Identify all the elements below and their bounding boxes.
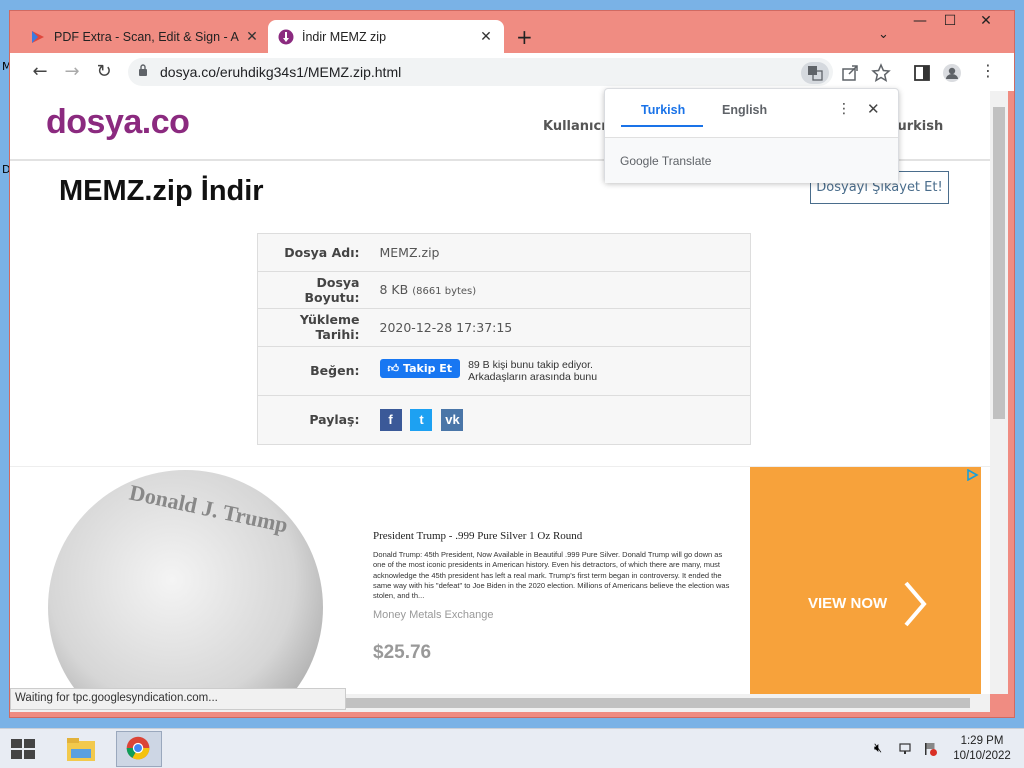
bookmark-star-icon[interactable] xyxy=(871,63,891,83)
facebook-follow-button[interactable]: 👍︎ Takip Et xyxy=(379,358,461,378)
windows-start-icon[interactable] xyxy=(8,737,38,761)
google-translate-brand: Google Translate xyxy=(620,154,712,168)
tab-search-button[interactable]: ⌄ xyxy=(878,27,889,42)
upload-date-label: Yükleme Tarihi: xyxy=(257,308,372,346)
share-icon[interactable] xyxy=(840,63,860,83)
volume-muted-icon[interactable]: 🔇︎ xyxy=(874,741,890,757)
follow-button-label: Takip Et xyxy=(403,361,453,375)
follow-text-line2: Arkadaşların arasında bunu xyxy=(468,370,598,383)
translate-tab-turkish[interactable]: Turkish xyxy=(641,103,685,117)
file-size-cell: 8 KB (8661 bytes) xyxy=(371,270,751,309)
nav-user-link[interactable]: Kullanıcı xyxy=(543,119,606,134)
facebook-icon[interactable]: f xyxy=(379,408,402,431)
taskbar: 🔇︎ 1:29 PM 10/10/2022 xyxy=(0,728,1024,768)
thumbs-up-icon: 👍︎ xyxy=(387,361,400,375)
scrollbar-thumb[interactable] xyxy=(993,107,1005,419)
network-icon[interactable] xyxy=(898,741,914,757)
tab-strip: PDF Extra - Scan, Edit & Sign - A ✕ İndi… xyxy=(10,11,1014,53)
side-panel-icon[interactable] xyxy=(912,63,932,83)
view-now-label: VIEW NOW xyxy=(808,595,888,612)
tab-title: İndir MEMZ zip xyxy=(302,29,387,44)
file-size-label: Dosya Boyutu: xyxy=(257,270,372,309)
chrome-icon xyxy=(126,736,150,760)
kebab-menu-icon[interactable]: ⋮ xyxy=(837,101,851,117)
clock-date: 10/10/2022 xyxy=(953,750,1011,762)
table-row: Dosya Boyutu: 8 KB (8661 bytes) xyxy=(257,270,751,309)
scrollbar-thumb[interactable] xyxy=(340,698,970,708)
file-name-label: Dosya Adı: xyxy=(257,233,372,271)
url-text[interactable]: dosya.co/eruhdikg34s1/MEMZ.zip.html xyxy=(160,64,401,80)
table-row: Dosya Adı: MEMZ.zip xyxy=(257,233,751,271)
close-icon[interactable]: ✕ xyxy=(867,100,880,118)
translate-icon[interactable] xyxy=(801,62,829,84)
tab-pdf-extra[interactable]: PDF Extra - Scan, Edit & Sign - A ✕ xyxy=(20,20,270,53)
file-name-value: MEMZ.zip xyxy=(371,233,751,271)
lock-icon[interactable] xyxy=(138,64,148,76)
close-window-button[interactable]: ✕ xyxy=(971,13,1001,29)
site-logo[interactable]: dosya.co xyxy=(46,103,190,142)
vk-icon[interactable]: vk xyxy=(441,408,464,431)
flag-alert-icon[interactable] xyxy=(922,741,938,757)
adchoices-icon[interactable] xyxy=(965,469,979,481)
browser-window: PDF Extra - Scan, Edit & Sign - A ✕ İndi… xyxy=(9,10,1015,718)
upload-date-value: 2020-12-28 17:37:15 xyxy=(371,308,751,346)
share-label: Paylaş: xyxy=(257,394,372,444)
table-row: Beğen: 👍︎ Takip Et 89 B kişi bunu takip … xyxy=(257,345,751,395)
table-row: Yükleme Tarihi: 2020-12-28 17:37:15 xyxy=(257,308,751,346)
vertical-scrollbar[interactable] xyxy=(990,91,1008,694)
minimize-button[interactable]: — xyxy=(905,13,935,29)
toolbar: ← → ↻ dosya.co/eruhdikg34s1/MEMZ.zip.htm… xyxy=(10,53,1014,91)
translate-tab-english[interactable]: English xyxy=(722,103,767,117)
like-cell: 👍︎ Takip Et 89 B kişi bunu takip ediyor.… xyxy=(371,345,751,395)
file-explorer-icon[interactable] xyxy=(58,731,104,767)
address-bar[interactable]: dosya.co/eruhdikg34s1/MEMZ.zip.html xyxy=(128,58,833,86)
advertisement[interactable]: Donald J. Trump President Trump - .999 P… xyxy=(10,466,990,694)
pdf-extra-icon xyxy=(32,30,44,43)
ad-title[interactable]: President Trump - .999 Pure Silver 1 Oz … xyxy=(373,530,582,542)
twitter-icon[interactable]: t xyxy=(410,408,433,431)
follow-count-text: 89 B kişi bunu takip ediyor. Arkadaşları… xyxy=(468,359,597,383)
silver-coin-image[interactable]: Donald J. Trump xyxy=(48,470,323,694)
profile-avatar-icon[interactable] xyxy=(942,63,962,83)
close-icon[interactable]: ✕ xyxy=(244,28,260,45)
dosya-favicon-icon xyxy=(278,29,294,44)
chrome-taskbar-button[interactable] xyxy=(116,731,162,767)
share-cell: f t vk xyxy=(371,394,751,444)
ad-body: Donald Trump: 45th President, Now Availa… xyxy=(373,550,730,601)
translate-popup: Turkish English ⋮ ✕ Google Translate xyxy=(604,88,899,183)
coin-inscription: Donald J. Trump xyxy=(127,479,291,538)
close-icon[interactable]: ✕ xyxy=(478,28,494,45)
clock-time: 1:29 PM xyxy=(960,735,1004,747)
ad-brand[interactable]: Money Metals Exchange xyxy=(373,609,493,621)
follow-text-line1: 89 B kişi bunu takip ediyor. xyxy=(468,358,593,371)
maximize-button[interactable]: ☐ xyxy=(935,13,965,29)
like-label: Beğen: xyxy=(257,345,372,395)
reload-icon[interactable]: ↻ xyxy=(92,61,116,82)
status-bar: Waiting for tpc.googlesyndication.com... xyxy=(10,688,346,710)
translate-footer: Google Translate xyxy=(605,137,898,183)
new-tab-button[interactable]: + xyxy=(516,25,533,49)
tab-indir-memz[interactable]: İndir MEMZ zip ✕ xyxy=(268,20,504,53)
kebab-menu-icon[interactable]: ⋮ xyxy=(976,61,1000,80)
system-clock[interactable]: 1:29 PM 10/10/2022 xyxy=(947,734,1017,764)
active-tab-indicator xyxy=(621,125,703,127)
forward-icon[interactable]: → xyxy=(60,61,84,82)
table-row: Paylaş: f t vk xyxy=(257,394,751,444)
page-title: MEMZ.zip İndir xyxy=(59,175,264,207)
file-size-bytes: (8661 bytes) xyxy=(412,286,477,298)
tab-title: PDF Extra - Scan, Edit & Sign - A xyxy=(54,29,239,44)
view-now-button[interactable]: VIEW NOW xyxy=(750,467,981,694)
chevron-right-icon xyxy=(904,581,927,627)
file-info-table: Dosya Adı: MEMZ.zip Dosya Boyutu: 8 KB (… xyxy=(257,233,751,445)
file-size-value: 8 KB xyxy=(379,282,409,298)
ad-price: $25.76 xyxy=(373,642,432,663)
back-icon[interactable]: ← xyxy=(28,61,52,82)
